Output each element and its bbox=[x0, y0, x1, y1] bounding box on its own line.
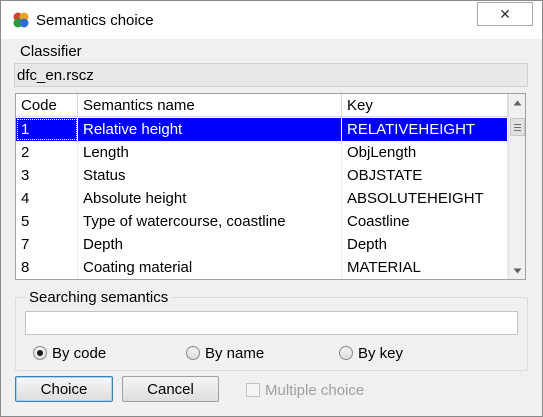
radio-by-name-indicator[interactable] bbox=[186, 346, 200, 360]
radio-by-name[interactable]: By name bbox=[186, 343, 264, 363]
row-name-cell: Type of watercourse, coastline bbox=[78, 210, 342, 233]
table-row[interactable]: 4 Absolute height ABSOLUTEHEIGHT bbox=[16, 187, 508, 210]
table-row[interactable]: 2 Length ObjLength bbox=[16, 141, 508, 164]
scroll-down-arrow-icon bbox=[513, 268, 522, 273]
scroll-up-button[interactable] bbox=[509, 94, 526, 111]
close-icon: ✕ bbox=[499, 5, 511, 22]
radio-by-key[interactable]: By key bbox=[339, 343, 403, 363]
title-bar[interactable]: Semantics choice ✕ bbox=[1, 1, 542, 39]
row-name-cell: Absolute height bbox=[78, 187, 342, 210]
row-code-cell: 2 bbox=[16, 141, 78, 164]
scroll-up-arrow-icon bbox=[513, 100, 522, 105]
column-header-semantics-name[interactable]: Semantics name bbox=[78, 94, 342, 116]
multiple-choice-label: Multiple choice bbox=[265, 381, 365, 399]
semantics-choice-dialog: Semantics choice ✕ Classifier dfc_en.rsc… bbox=[0, 0, 543, 417]
radio-by-code[interactable]: By code bbox=[33, 343, 106, 363]
row-name-cell: Length bbox=[78, 141, 342, 164]
row-code-cell: 7 bbox=[16, 233, 78, 256]
search-group-legend: Searching semantics bbox=[25, 289, 173, 306]
table-row[interactable]: 5 Type of watercourse, coastline Coastline bbox=[16, 210, 508, 233]
row-key-cell: MATERIAL bbox=[342, 256, 508, 279]
row-name-cell: Depth bbox=[78, 233, 342, 256]
table-row[interactable]: 1 Relative height RELATIVEHEIGHT bbox=[16, 118, 508, 141]
row-key-cell: Depth bbox=[342, 233, 508, 256]
row-key-cell: ABSOLUTEHEIGHT bbox=[342, 187, 508, 210]
classifier-value-field: dfc_en.rscz bbox=[14, 63, 528, 87]
radio-by-key-indicator[interactable] bbox=[339, 346, 353, 360]
row-key-cell: Coastline bbox=[342, 210, 508, 233]
row-key-cell: OBJSTATE bbox=[342, 164, 508, 187]
column-header-key[interactable]: Key bbox=[342, 94, 508, 116]
row-code-cell: 4 bbox=[16, 187, 78, 210]
table-header: Code Semantics name Key bbox=[16, 94, 508, 117]
radio-by-name-label: By name bbox=[205, 344, 265, 362]
close-button[interactable]: ✕ bbox=[477, 2, 533, 26]
table-row[interactable]: 8 Coating material MATERIAL bbox=[16, 256, 508, 279]
scroll-down-button[interactable] bbox=[509, 262, 526, 279]
row-code-cell: 3 bbox=[16, 164, 78, 187]
multiple-choice-checkbox-box[interactable] bbox=[246, 383, 260, 397]
cancel-button[interactable]: Cancel bbox=[122, 376, 219, 402]
row-name-cell: Status bbox=[78, 164, 342, 187]
radio-by-code-label: By code bbox=[52, 344, 107, 362]
row-code-cell: 1 bbox=[16, 118, 78, 141]
table-row[interactable]: 7 Depth Depth bbox=[16, 233, 508, 256]
row-name-cell: Relative height bbox=[78, 118, 342, 141]
column-header-code[interactable]: Code bbox=[16, 94, 78, 116]
row-code-cell: 5 bbox=[16, 210, 78, 233]
semantics-table[interactable]: Code Semantics name Key 1 Relative height… bbox=[15, 93, 526, 280]
searching-semantics-group: Searching semantics By code By name By k… bbox=[15, 289, 528, 371]
radio-by-key-label: By key bbox=[358, 344, 404, 362]
app-globe-icon bbox=[13, 12, 29, 28]
vertical-scrollbar[interactable] bbox=[508, 94, 525, 279]
multiple-choice-checkbox[interactable]: Multiple choice bbox=[246, 380, 364, 400]
row-key-cell: RELATIVEHEIGHT bbox=[342, 118, 508, 141]
choice-button[interactable]: Choice bbox=[15, 376, 113, 402]
row-key-cell: ObjLength bbox=[342, 141, 508, 164]
search-input[interactable] bbox=[25, 311, 518, 335]
table-body: 1 Relative height RELATIVEHEIGHT 2 Length Obj… bbox=[16, 118, 508, 279]
classifier-group: Classifier dfc_en.rscz bbox=[13, 41, 529, 87]
radio-by-code-indicator[interactable] bbox=[33, 346, 47, 360]
classifier-label: Classifier bbox=[20, 43, 82, 60]
window-title: Semantics choice bbox=[36, 12, 154, 29]
row-code-cell: 8 bbox=[16, 256, 78, 279]
row-name-cell: Coating material bbox=[78, 256, 342, 279]
table-row[interactable]: 3 Status OBJSTATE bbox=[16, 164, 508, 187]
scroll-thumb[interactable] bbox=[510, 118, 525, 136]
